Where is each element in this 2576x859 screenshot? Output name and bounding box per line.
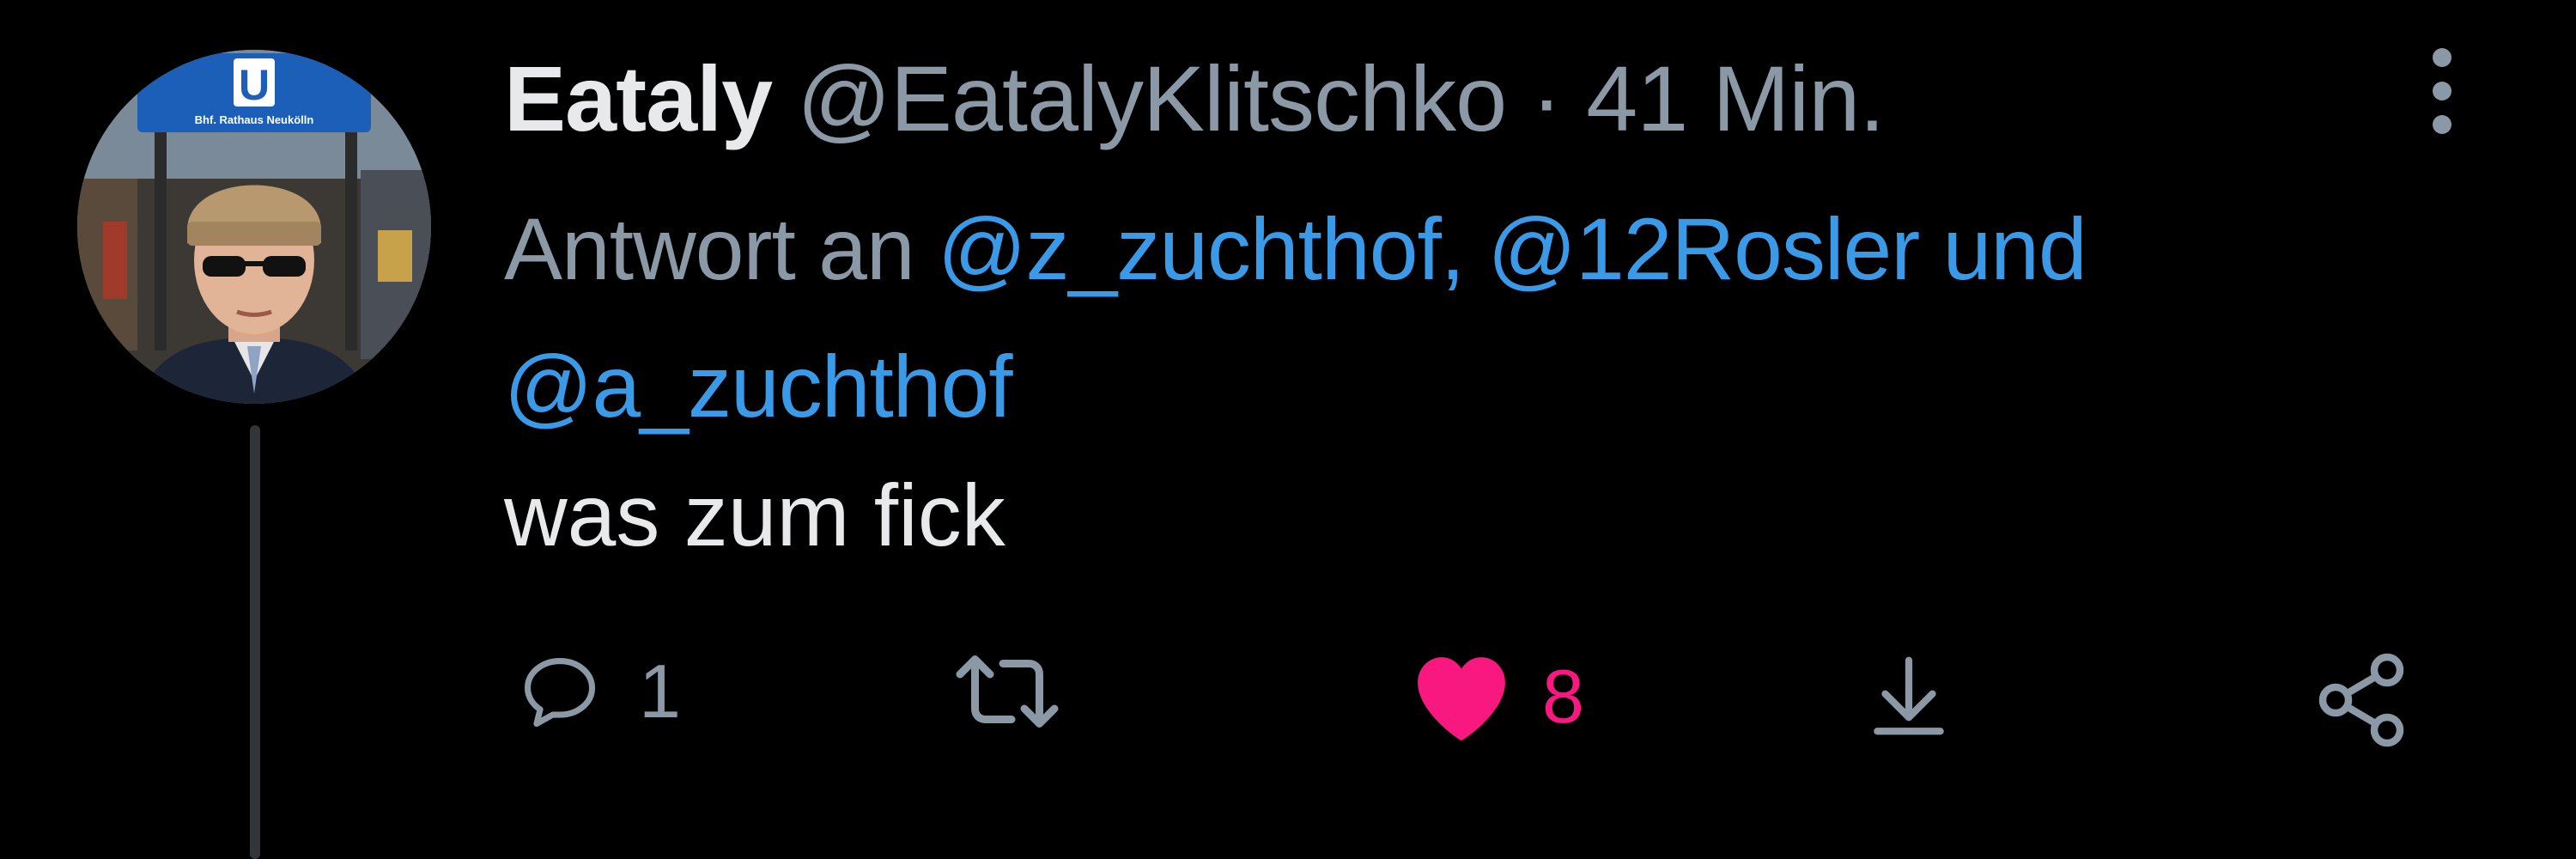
mention-link[interactable]: @12Rosler <box>1487 200 1920 298</box>
tweet-header: Eataly @EatalyKlitschko · 41 Min. <box>504 43 1885 155</box>
avatar-sign-text: Bhf. Rathaus Neukölln <box>195 113 314 126</box>
mention-link[interactable]: @a_zuchthof <box>504 338 1013 436</box>
reply-icon <box>524 658 596 728</box>
header-separator: · <box>1531 46 1562 150</box>
retweet-icon <box>956 655 1059 728</box>
more-options-icon[interactable] <box>2415 48 2470 134</box>
mention-link[interactable]: @z_zuchthof, <box>938 200 1465 298</box>
avatar-sign-letter: U <box>239 61 270 109</box>
reply-prefix: Antwort an <box>504 200 915 298</box>
reply-count: 1 <box>639 649 681 734</box>
tweet-text: was zum fick <box>504 466 1005 564</box>
thread-line <box>250 425 260 859</box>
like-count: 8 <box>1542 654 1584 739</box>
like-button[interactable]: 8 <box>1408 649 1584 745</box>
timestamp[interactable]: 41 Min. <box>1586 46 1885 150</box>
download-button[interactable] <box>1862 649 1956 743</box>
reply-context: Antwort an @z_zuchthof, @12Rosler und @a… <box>504 180 2393 455</box>
user-handle[interactable]: @EatalyKlitschko <box>797 46 1507 150</box>
avatar[interactable]: U Bhf. Rathaus Neukölln <box>77 50 431 404</box>
heart-icon <box>1418 657 1505 740</box>
avatar-image: U Bhf. Rathaus Neukölln <box>77 50 431 404</box>
share-button[interactable] <box>2310 649 2413 752</box>
download-icon <box>1874 656 1944 735</box>
reply-button[interactable]: 1 <box>508 649 681 734</box>
retweet-button[interactable] <box>951 649 1063 734</box>
display-name[interactable]: Eataly <box>504 46 773 150</box>
share-icon <box>2318 653 2404 747</box>
mention-conjunction[interactable]: und <box>1943 200 2087 298</box>
